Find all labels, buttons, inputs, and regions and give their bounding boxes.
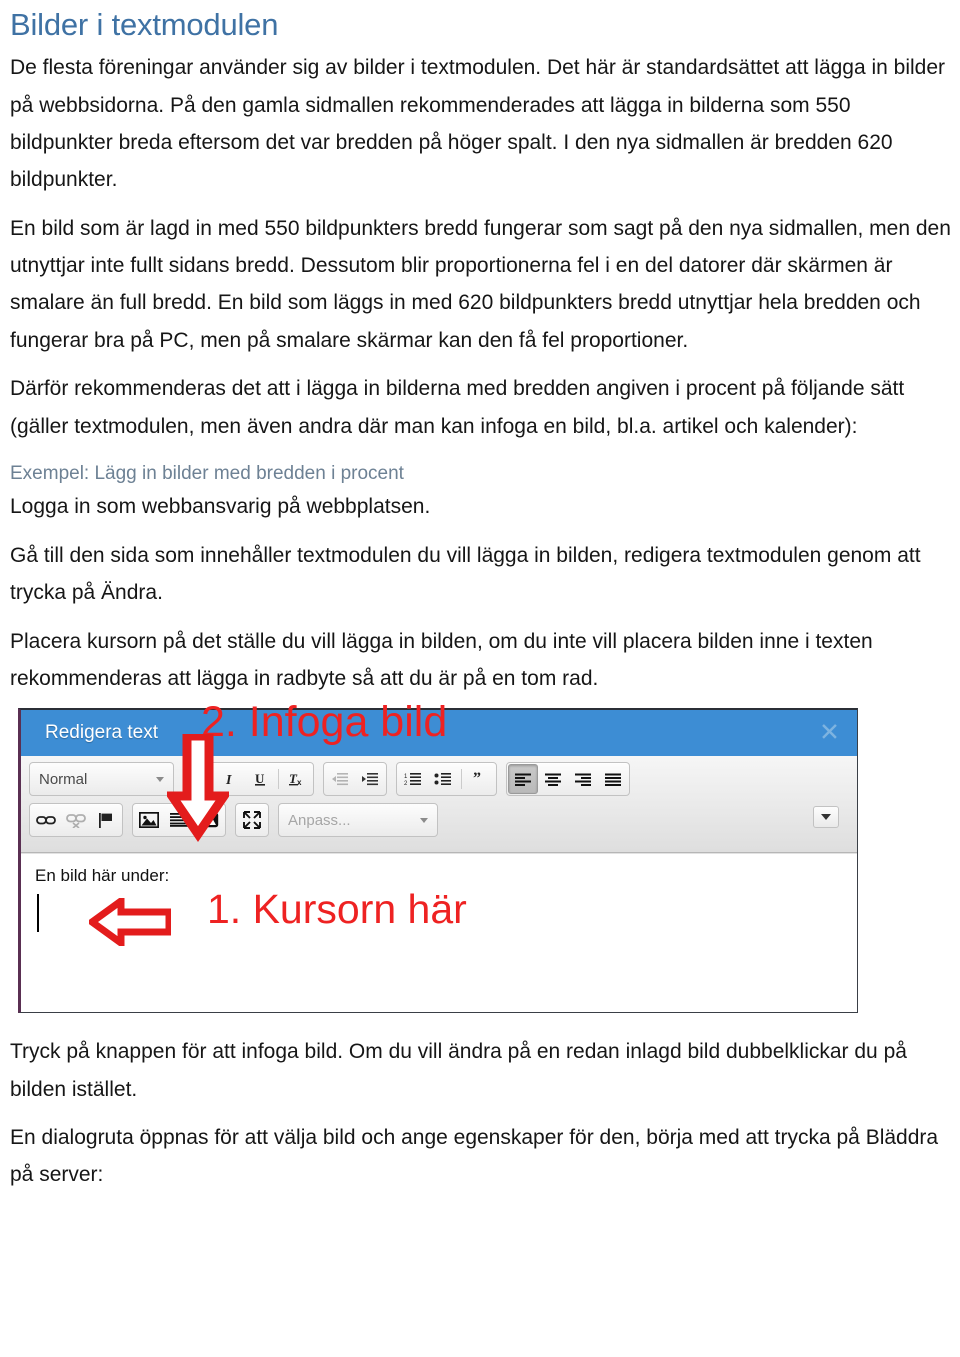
close-icon[interactable]: ✕ (819, 720, 840, 746)
toolbar-separator (278, 769, 279, 790)
increase-indent-button[interactable] (355, 764, 385, 794)
maximize-group (235, 803, 269, 838)
annotation-step1-label: 1. Kursorn här (207, 886, 467, 933)
indent-group (323, 762, 387, 797)
alignment-group (506, 762, 630, 797)
numbered-list-button[interactable]: 1 2 (398, 764, 428, 794)
underline-button[interactable]: U (245, 764, 275, 794)
editor-title-label: Redigera text (45, 722, 159, 744)
page-title: Bilder i textmodulen (10, 7, 279, 42)
toolbar-row-1: Normal B I U (29, 762, 849, 797)
paragraph-intro: De flesta föreningar använder sig av bil… (10, 56, 946, 192)
toolbar-separator (461, 769, 462, 790)
svg-text:1: 1 (404, 774, 408, 780)
align-right-button[interactable] (568, 764, 598, 794)
editor-screenshot: Redigera text 2. Infoga bild ✕ Normal B (18, 698, 860, 1014)
svg-text:”: ” (473, 772, 481, 786)
svg-text:x: x (297, 778, 302, 787)
toolbar-row-2: Anpass... (29, 803, 849, 838)
paragraph-widths: En bild som är lagd in med 550 bildpunkt… (10, 216, 951, 352)
paragraph-style-select[interactable]: Normal (29, 762, 174, 797)
editor-titlebar: Redigera text 2. Infoga bild ✕ (21, 698, 857, 757)
step-goto-page: Gå till den sida som innehåller textmodu… (10, 543, 921, 605)
chevron-down-icon (156, 776, 164, 782)
svg-text:U: U (255, 771, 265, 786)
annotation-arrow-down-icon (167, 734, 229, 843)
blockquote-button[interactable]: ” (465, 764, 495, 794)
align-center-button[interactable] (538, 764, 568, 794)
step-place-cursor: Placera kursorn på det ställe du vill lä… (10, 629, 873, 690)
step-login: Logga in som webbansvarig på webbplatsen… (10, 495, 431, 519)
editor-toolbar: Normal B I U (21, 734, 857, 854)
insert-image-button[interactable] (134, 805, 164, 835)
step-press-button: Tryck på knappen för att infoga bild. Om… (10, 1040, 907, 1101)
step-dialog-opens: En dialogruta öppnas för att välja bild … (10, 1126, 939, 1187)
align-left-button[interactable] (508, 764, 538, 795)
bulleted-list-button[interactable] (428, 764, 458, 794)
link-group (29, 803, 123, 838)
unlink-button[interactable] (61, 805, 91, 835)
decrease-indent-button[interactable] (325, 764, 355, 794)
toolbar-expand-button[interactable] (813, 806, 839, 829)
link-button[interactable] (31, 805, 61, 835)
paragraph-style-value: Normal (39, 770, 88, 788)
annotation-arrow-left-icon (89, 898, 171, 947)
editor-caret-line: 1. Kursorn här (35, 886, 843, 947)
paragraph-recommendation: Därför rekommenderas det att i lägga in … (10, 377, 905, 438)
editor-content-area[interactable]: En bild här under: 1. Kursorn här (21, 853, 857, 1013)
annotation-step2-label: 2. Infoga bild (201, 698, 448, 747)
list-group: 1 2 ” (396, 762, 497, 797)
document-page: Bilder i textmodulen De flesta föreninga… (0, 0, 960, 1194)
editor-body-text: En bild här under: (35, 866, 170, 886)
editor-window: Redigera text 2. Infoga bild ✕ Normal B (18, 698, 858, 1014)
remove-format-button[interactable]: Tx (282, 764, 312, 794)
example-link[interactable]: Exempel: Lägg in bilder med bredden i pr… (10, 459, 952, 488)
anpass-select-value: Anpass... (288, 811, 351, 829)
align-justify-button[interactable] (598, 764, 628, 794)
maximize-button[interactable] (237, 805, 267, 835)
text-cursor (37, 894, 39, 933)
chevron-down-icon (420, 817, 428, 823)
chevron-down-icon (821, 814, 831, 821)
svg-text:2: 2 (404, 781, 408, 786)
anpass-select[interactable]: Anpass... (278, 803, 438, 838)
anchor-flag-icon[interactable] (91, 805, 121, 835)
